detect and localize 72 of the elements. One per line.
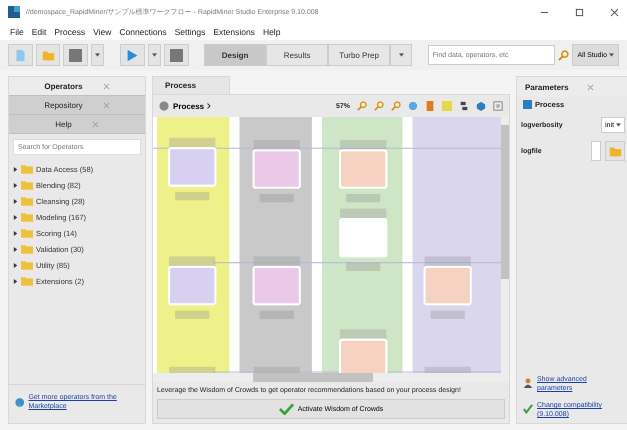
globe-icon	[15, 397, 24, 408]
expand-arrow-icon[interactable]	[13, 166, 18, 172]
app-logo-icon	[8, 6, 20, 18]
folder-icon	[42, 48, 55, 62]
folder-icon	[21, 164, 33, 174]
menu-item[interactable]: Settings	[174, 27, 206, 37]
expand-arrow-icon[interactable]	[13, 182, 18, 188]
tab-label: Repository	[44, 100, 83, 110]
tab-label: Help	[55, 120, 72, 128]
horizontal-scrollbar[interactable]	[153, 373, 509, 382]
caret-icon	[398, 53, 404, 57]
scrollbar-thumb[interactable]	[253, 373, 373, 382]
person-icon	[523, 378, 533, 388]
dropdown-button[interactable]	[91, 44, 104, 66]
expand-arrow-icon[interactable]	[13, 198, 18, 204]
stop-icon	[170, 48, 183, 62]
folder-icon	[21, 260, 33, 270]
perspective-tab[interactable]: Turbo Prep	[328, 44, 390, 66]
breadcrumb[interactable]: Process	[173, 102, 212, 110]
search-icon[interactable]	[558, 50, 570, 60]
document-icon	[14, 48, 27, 62]
panel-tab[interactable]: Repository	[9, 96, 145, 115]
fit-icon[interactable]	[493, 101, 503, 111]
folder-icon	[608, 144, 622, 158]
expand-arrow-icon[interactable]	[13, 230, 18, 236]
open-button[interactable]	[36, 44, 60, 66]
zoom-icon[interactable]	[374, 101, 384, 111]
menu-item[interactable]: File	[10, 27, 24, 37]
checkmark-icon	[523, 404, 533, 414]
perspective-tab[interactable]: Design	[204, 44, 266, 66]
zoom-icon[interactable]	[391, 101, 401, 111]
chevron-icon	[207, 103, 212, 109]
caret-icon	[616, 122, 621, 126]
run-button[interactable]	[120, 44, 145, 66]
folder-icon	[21, 180, 33, 190]
folder-icon	[21, 196, 33, 206]
checkmark-icon	[278, 403, 294, 415]
menu-item[interactable]: Help	[262, 27, 280, 37]
menu-item[interactable]: Edit	[32, 27, 46, 37]
menu-item[interactable]: View	[93, 27, 112, 37]
tab-label: Parameters	[525, 82, 569, 92]
folder-icon	[21, 276, 33, 286]
menu-item[interactable]: Connections	[119, 27, 167, 37]
scrollbar-thumb[interactable]	[501, 125, 509, 279]
caret-icon	[608, 52, 614, 56]
parameter-field[interactable]	[591, 141, 601, 161]
caret-icon	[152, 53, 157, 57]
menu-item[interactable]: Extensions	[213, 27, 255, 37]
tab-label: Operators	[44, 82, 83, 90]
close-icon[interactable]	[610, 8, 619, 16]
expand-arrow-icon[interactable]	[13, 246, 18, 252]
new-process-button[interactable]	[8, 44, 33, 66]
browse-button[interactable]	[605, 141, 625, 161]
perspective-tab[interactable]: Results	[266, 44, 328, 66]
stop-button[interactable]	[164, 44, 189, 66]
expand-arrow-icon[interactable]	[13, 278, 18, 284]
panel-tab[interactable]: Help	[9, 115, 145, 134]
folder-icon	[21, 228, 33, 238]
process-tab[interactable]: Process	[152, 76, 230, 94]
expand-arrow-icon[interactable]	[13, 262, 18, 268]
vertical-scrollbar[interactable]	[501, 117, 509, 373]
menu-item[interactable]: Process	[54, 27, 86, 37]
run-options-button[interactable]	[148, 44, 161, 66]
folder-icon	[21, 212, 33, 222]
perspective-menu-button[interactable]	[390, 44, 412, 66]
maximize-icon[interactable]	[575, 8, 584, 16]
play-icon	[126, 48, 139, 62]
zoom-icon[interactable]	[357, 101, 367, 111]
save-button[interactable]	[63, 44, 88, 66]
expand-arrow-icon[interactable]	[13, 214, 18, 220]
folder-icon	[21, 244, 33, 254]
caret-icon	[95, 53, 100, 57]
